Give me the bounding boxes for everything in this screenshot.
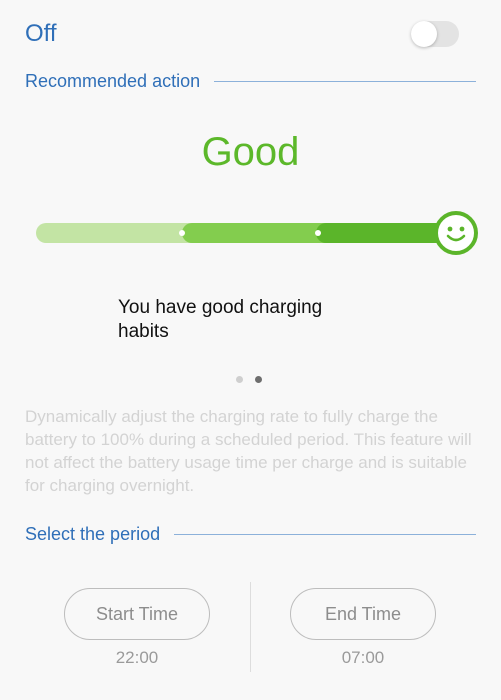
start-time-value: 22:00	[115, 648, 159, 667]
charging-status-title: Good	[201, 130, 300, 174]
level-segment-low	[36, 223, 196, 243]
recommended-action-title: Recommended action	[25, 71, 201, 91]
charging-habit-message: You have good charging habits	[118, 297, 323, 342]
header-divider	[214, 81, 476, 82]
page-dot-1[interactable]	[236, 376, 243, 383]
page-dot-2-active[interactable]	[255, 376, 262, 383]
select-period-header: Select the period	[25, 524, 476, 545]
charging-habit-level-bar	[36, 211, 478, 255]
master-toggle[interactable]	[411, 21, 459, 47]
smiley-face-icon	[434, 211, 478, 255]
period-divider	[250, 582, 251, 672]
end-time-column: End Time 07:00	[290, 588, 436, 668]
level-marker-2	[315, 230, 321, 236]
switch-state-label: Off	[25, 20, 57, 47]
page-indicator[interactable]	[236, 376, 262, 383]
header-divider	[174, 534, 476, 535]
master-switch-row[interactable]: Off	[25, 20, 461, 50]
start-time-column: Start Time 22:00	[64, 588, 210, 668]
select-period-title: Select the period	[25, 524, 161, 544]
level-marker-1	[179, 230, 185, 236]
feature-description: Dynamically adjust the charging rate to …	[25, 407, 472, 495]
end-time-value: 07:00	[341, 648, 385, 667]
toggle-knob	[411, 21, 437, 47]
end-time-button[interactable]: End Time	[290, 588, 436, 640]
recommended-action-header: Recommended action	[25, 71, 476, 92]
level-segment-mid	[182, 223, 332, 243]
start-time-button[interactable]: Start Time	[64, 588, 210, 640]
